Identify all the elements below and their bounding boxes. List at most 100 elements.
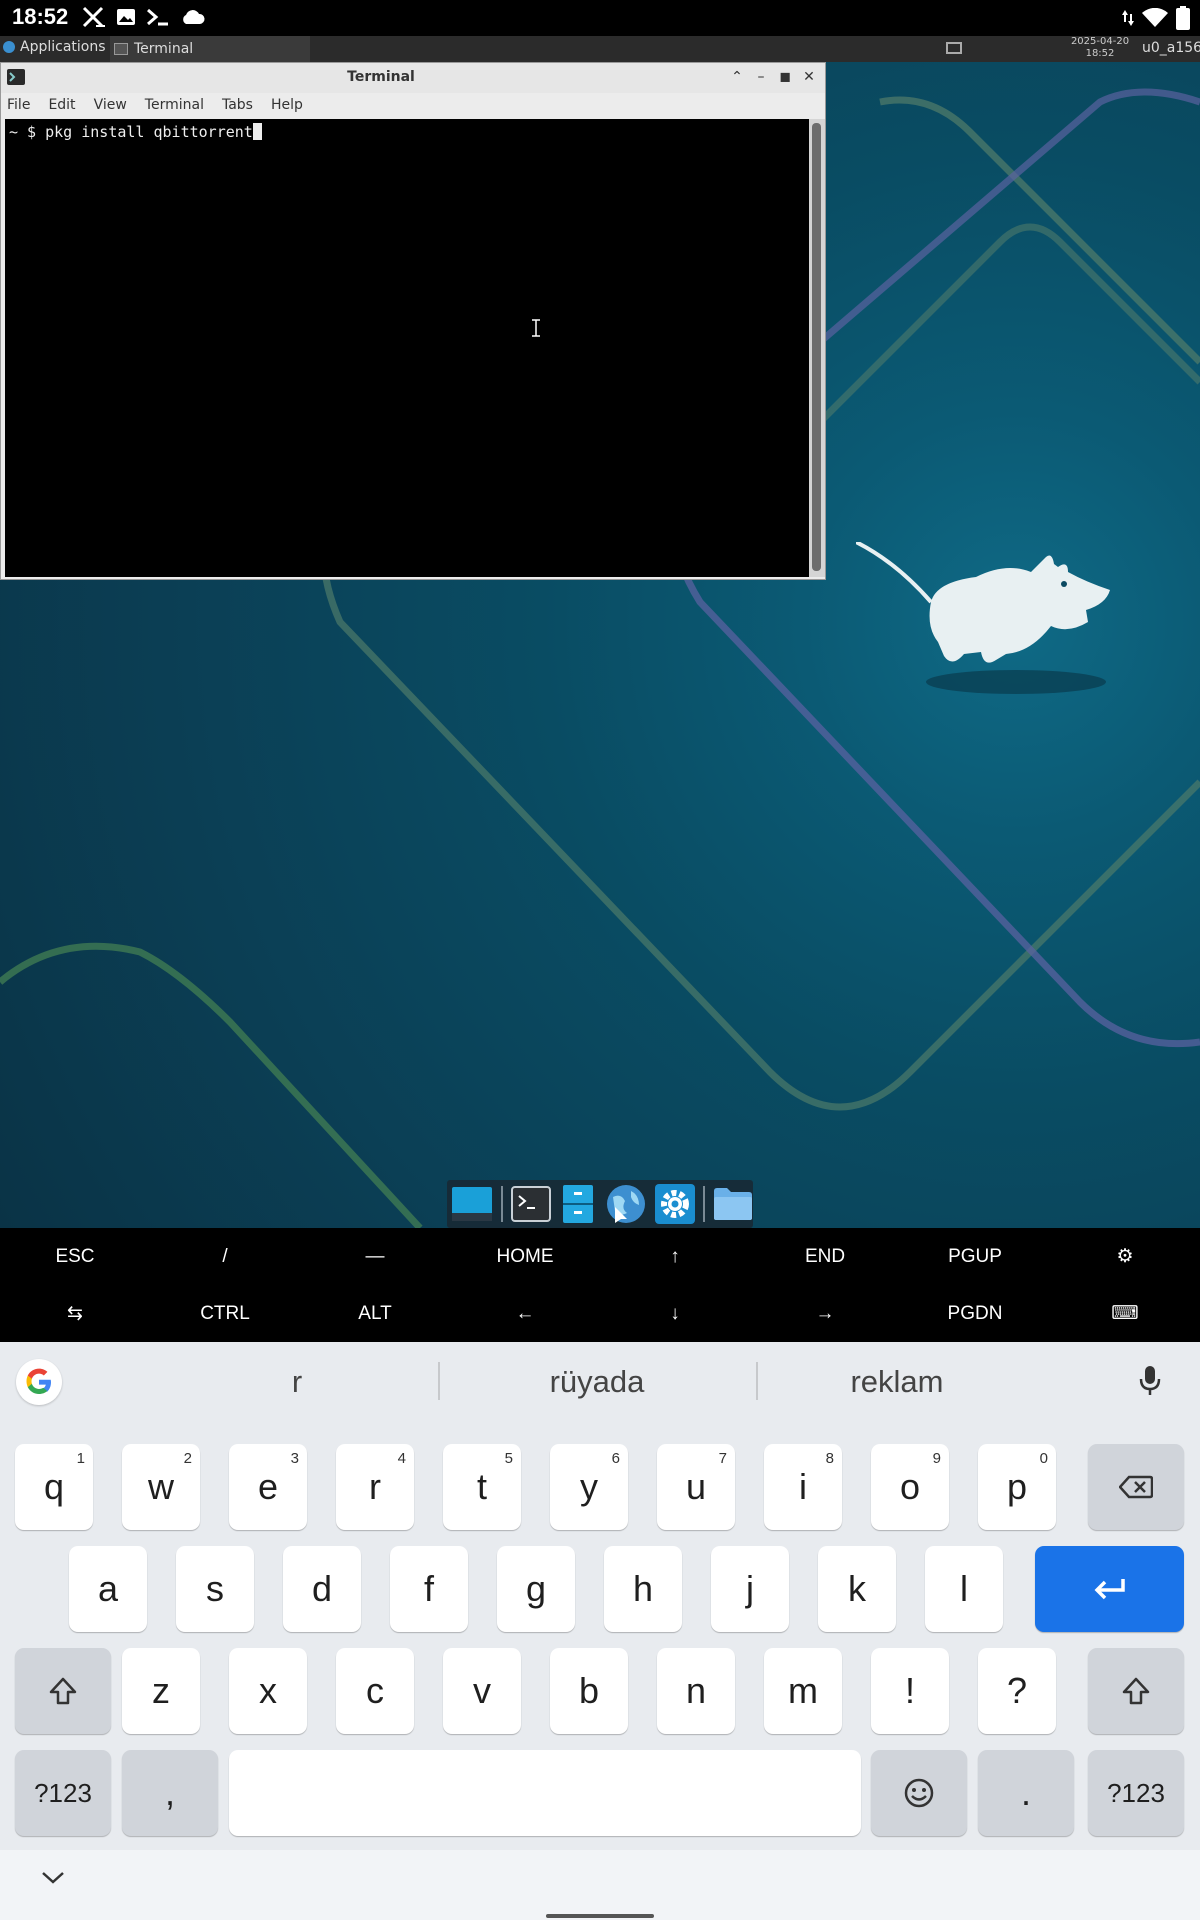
applications-menu-button[interactable]: Applications ⁝ xyxy=(2,39,114,55)
gear-icon[interactable]: ⚙ xyxy=(1050,1228,1200,1285)
minimize-button[interactable]: – xyxy=(751,67,771,87)
key-e[interactable]: e3 xyxy=(229,1444,307,1530)
panel-clock[interactable]: 2025-04-20 18:52 xyxy=(1064,36,1136,60)
status-time: 18:52 xyxy=(12,4,69,29)
key-down[interactable]: ↓ xyxy=(600,1285,750,1342)
key-l[interactable]: l xyxy=(925,1546,1003,1632)
command-line: ~ $ pkg install qbittorrent xyxy=(9,123,262,141)
chevron-down-icon[interactable] xyxy=(40,1870,66,1886)
terminal-prompt-icon xyxy=(147,8,168,26)
taskbar-item-terminal[interactable]: Terminal xyxy=(110,36,310,62)
key-alt[interactable]: ALT xyxy=(300,1285,450,1342)
key-v[interactable]: v xyxy=(443,1648,521,1734)
emoji-icon xyxy=(904,1778,934,1808)
menu-file[interactable]: File xyxy=(7,97,30,113)
menu-tabs[interactable]: Tabs xyxy=(222,97,253,113)
key-x[interactable]: x xyxy=(229,1648,307,1734)
maximize-button[interactable]: ◼ xyxy=(775,67,795,87)
key-pgup[interactable]: PGUP xyxy=(900,1228,1050,1285)
suggestion-1[interactable]: r xyxy=(197,1364,397,1400)
key-b[interactable]: b xyxy=(550,1648,628,1734)
shift-icon xyxy=(1122,1677,1150,1705)
key-m[interactable]: m xyxy=(764,1648,842,1734)
key-u[interactable]: u7 xyxy=(657,1444,735,1530)
key-esc[interactable]: ESC xyxy=(0,1228,150,1285)
scrollbar-thumb[interactable] xyxy=(812,123,821,571)
key-i[interactable]: i8 xyxy=(764,1444,842,1530)
key-k[interactable]: k xyxy=(818,1546,896,1632)
menu-edit[interactable]: Edit xyxy=(48,97,75,113)
key-g[interactable]: g xyxy=(497,1546,575,1632)
key-dash[interactable]: — xyxy=(300,1228,450,1285)
enter-key[interactable] xyxy=(1035,1546,1184,1632)
key-pgdn[interactable]: PGDN xyxy=(900,1285,1050,1342)
key-d[interactable]: d xyxy=(283,1546,361,1632)
key-c[interactable]: c xyxy=(336,1648,414,1734)
terminal-window[interactable]: Terminal ⌃ – ◼ ✕ File Edit View Terminal… xyxy=(0,62,826,580)
keyboard-icon[interactable]: ⌨ xyxy=(1050,1285,1200,1342)
key-slash[interactable]: / xyxy=(150,1228,300,1285)
key-t[interactable]: t5 xyxy=(443,1444,521,1530)
space-bar[interactable] xyxy=(229,1750,861,1836)
status-bar: 18:52 xyxy=(0,0,1200,36)
roll-up-button[interactable]: ⌃ xyxy=(727,67,747,87)
key-ctrl[interactable]: CTRL xyxy=(150,1285,300,1342)
dock-terminal[interactable] xyxy=(510,1183,551,1225)
comma-key[interactable]: , xyxy=(122,1750,218,1836)
shift-key-right[interactable] xyxy=(1088,1648,1184,1734)
key-w[interactable]: w2 xyxy=(122,1444,200,1530)
dock-file-cabinet[interactable] xyxy=(559,1183,598,1225)
dock-web-browser[interactable] xyxy=(605,1183,647,1225)
key-end[interactable]: END xyxy=(750,1228,900,1285)
key-y[interactable]: y6 xyxy=(550,1444,628,1530)
key-up[interactable]: ↑ xyxy=(600,1228,750,1285)
emoji-key[interactable] xyxy=(871,1750,967,1836)
shift-key-left[interactable] xyxy=(15,1648,111,1734)
google-g-icon[interactable] xyxy=(16,1359,62,1405)
menu-help[interactable]: Help xyxy=(271,97,303,113)
user-name[interactable]: u0_a156 xyxy=(1142,40,1200,56)
key-right[interactable]: → xyxy=(750,1285,900,1342)
key-a[interactable]: a xyxy=(69,1546,147,1632)
dock-file-manager[interactable] xyxy=(713,1183,753,1225)
menu-terminal[interactable]: Terminal xyxy=(145,97,204,113)
dock-settings[interactable] xyxy=(655,1183,696,1225)
key-r[interactable]: r4 xyxy=(336,1444,414,1530)
key-home[interactable]: HOME xyxy=(450,1228,600,1285)
home-gesture-handle[interactable] xyxy=(546,1914,654,1918)
text-cursor xyxy=(252,123,262,140)
key-h[interactable]: h xyxy=(604,1546,682,1632)
symbols-key-left[interactable]: ?123 xyxy=(15,1750,111,1836)
tab-key-icon[interactable]: ⇆ xyxy=(0,1285,150,1342)
key-o[interactable]: o9 xyxy=(871,1444,949,1530)
period-key[interactable]: . xyxy=(978,1750,1074,1836)
terminal-scrollbar[interactable] xyxy=(809,119,825,577)
file-cabinet-icon xyxy=(563,1185,593,1223)
key-z[interactable]: z xyxy=(122,1648,200,1734)
dock-separator xyxy=(703,1186,705,1222)
symbols-key-right[interactable]: ?123 xyxy=(1088,1750,1184,1836)
key-j[interactable]: j xyxy=(711,1546,789,1632)
key-p[interactable]: p0 xyxy=(978,1444,1056,1530)
key-q[interactable]: q1 xyxy=(15,1444,93,1530)
suggestion-3[interactable]: reklam xyxy=(797,1364,997,1400)
system-icons xyxy=(1122,6,1190,30)
key-question[interactable]: ? xyxy=(978,1648,1056,1734)
suggestion-2[interactable]: rüyada xyxy=(497,1364,697,1400)
key-s[interactable]: s xyxy=(176,1546,254,1632)
key-f[interactable]: f xyxy=(390,1546,468,1632)
terminal-titlebar[interactable]: Terminal ⌃ – ◼ ✕ xyxy=(1,63,825,93)
enter-icon xyxy=(1094,1579,1125,1600)
menu-view[interactable]: View xyxy=(94,97,127,113)
dock-show-desktop[interactable] xyxy=(451,1183,493,1225)
tray-window-icon[interactable] xyxy=(946,42,962,54)
close-button[interactable]: ✕ xyxy=(799,67,819,87)
terminal-screen[interactable]: ~ $ pkg install qbittorrent xyxy=(5,119,809,577)
backspace-key[interactable] xyxy=(1088,1444,1184,1530)
terminal-small-icon xyxy=(114,43,128,55)
applications-label: Applications xyxy=(20,39,106,55)
key-n[interactable]: n xyxy=(657,1648,735,1734)
microphone-icon[interactable] xyxy=(1138,1364,1162,1398)
key-exclamation[interactable]: ! xyxy=(871,1648,949,1734)
key-left[interactable]: ← xyxy=(450,1285,600,1342)
